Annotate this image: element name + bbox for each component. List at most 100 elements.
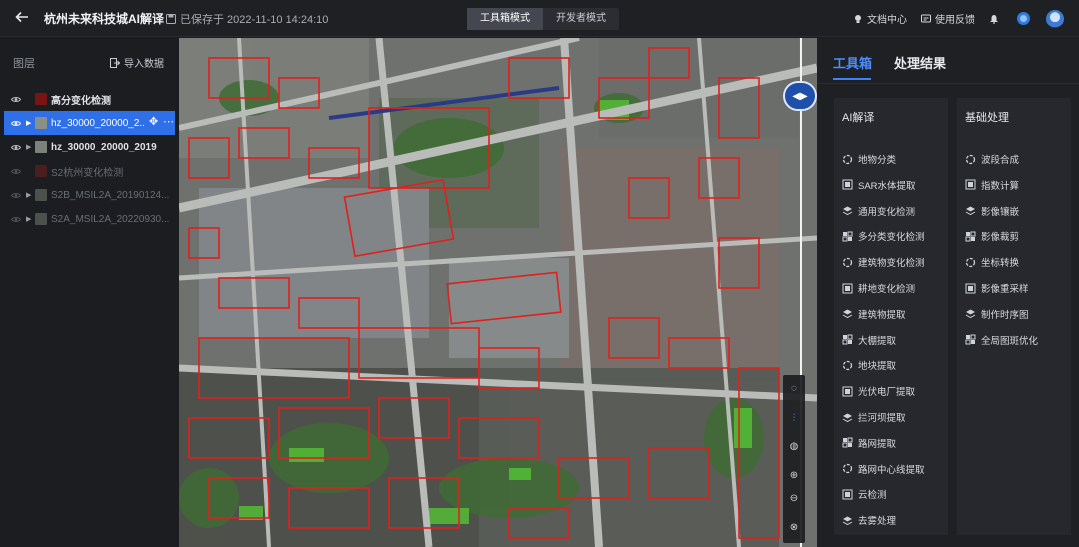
feedback-icon — [921, 14, 931, 22]
layer-thumbnail — [35, 93, 47, 105]
tool-label: 光伏电厂提取 — [858, 387, 916, 399]
import-data-button[interactable]: 导入数据 — [110, 55, 164, 70]
ai-tool-item[interactable]: 地物分类 — [842, 152, 896, 166]
layer-thumbnail — [35, 213, 47, 225]
top-bar: 杭州未来科技城AI解译 已保存于 2022-11-10 14:24:10 工具箱… — [0, 0, 1079, 37]
tab-toolbox[interactable]: 工具箱 — [833, 53, 872, 72]
layers-panel: 图层 导入数据 高分变化检测 ▶ hz_30000_20000_2... ✥ ⋯ — [0, 38, 179, 547]
ai-tool-item[interactable]: SAR水体提取 — [842, 178, 916, 192]
tool-label: 去雾处理 — [858, 516, 897, 528]
tool-icon — [842, 463, 853, 474]
layers-panel-header: 图层 导入数据 — [0, 38, 179, 84]
ai-tool-item[interactable]: 大棚提取 — [842, 333, 896, 347]
active-tab-indicator — [833, 78, 871, 80]
bell-icon[interactable] — [989, 14, 999, 24]
zoom-in-icon[interactable]: ⊕ — [788, 470, 800, 482]
map-view[interactable]: ◀▶ ◌ ⫶ ◍ ⊕ ⊖ ⊗ — [179, 38, 817, 547]
tab-results[interactable]: 处理结果 — [894, 53, 946, 72]
ai-section-title: AI解译 — [842, 112, 875, 124]
pointer-icon[interactable]: ◌ — [788, 383, 800, 395]
zoom-out-icon[interactable]: ⊖ — [788, 493, 800, 505]
tool-label: 指数计算 — [981, 180, 1020, 192]
tool-label: 路网提取 — [858, 438, 897, 450]
layers-title: 图层 — [13, 58, 35, 70]
tool-icon — [842, 386, 853, 397]
caret-right-icon[interactable]: ▶ — [26, 215, 32, 223]
caret-right-icon[interactable]: ▶ — [26, 143, 32, 151]
docs-label: 文档中心 — [867, 15, 907, 26]
toolbox-tabs: 工具箱 处理结果 — [817, 38, 1079, 84]
arrow-left-icon[interactable] — [14, 9, 32, 27]
avatar[interactable] — [1046, 9, 1064, 28]
basic-tool-item[interactable]: 影像重采样 — [965, 281, 1029, 295]
ai-tool-item[interactable]: 耕地变化检测 — [842, 281, 915, 295]
layer-name: hz_30000_20000_2019 — [51, 141, 157, 153]
more-icon[interactable]: ⋯ — [163, 117, 174, 128]
tool-icon — [842, 437, 853, 448]
lightbulb-icon — [855, 14, 861, 23]
layer-item[interactable]: ▶ S2B_MSIL2A_20190124... — [0, 183, 179, 207]
eye-icon[interactable] — [11, 216, 21, 223]
compass-icon[interactable]: ◍ — [788, 441, 800, 453]
basic-tool-item[interactable]: 影像镶嵌 — [965, 204, 1019, 218]
caret-right-icon[interactable]: ▶ — [26, 191, 32, 199]
basic-tool-item[interactable]: 影像裁剪 — [965, 229, 1019, 243]
feedback-link[interactable]: 使用反馈 — [921, 11, 975, 26]
eye-icon[interactable] — [11, 120, 21, 127]
tool-label: 路网中心线提取 — [858, 464, 925, 476]
ai-tool-item[interactable]: 地块提取 — [842, 358, 896, 372]
layer-item[interactable]: ▶ hz_30000_20000_2019 — [0, 135, 179, 159]
basic-tool-item[interactable]: 坐标转换 — [965, 255, 1019, 269]
eye-icon[interactable] — [11, 168, 21, 175]
map-toolbar: ◌ ⫶ ◍ ⊕ ⊖ ⊗ — [783, 375, 805, 543]
ai-tool-item[interactable]: 建筑物提取 — [842, 307, 906, 321]
import-icon — [110, 57, 120, 68]
layer-thumbnail — [35, 117, 47, 129]
tool-icon — [842, 515, 853, 526]
eye-icon[interactable] — [11, 96, 21, 103]
tool-label: 全局图斑优化 — [981, 335, 1039, 347]
ai-tool-item[interactable]: 通用变化检测 — [842, 204, 915, 218]
basic-tool-item[interactable]: 全局图斑优化 — [965, 333, 1038, 347]
basic-tool-item[interactable]: 波段合成 — [965, 152, 1019, 166]
header-actions: 文档中心 使用反馈 — [853, 0, 1079, 37]
swipe-handle-icon[interactable]: ◀▶ — [783, 81, 817, 111]
eye-icon[interactable] — [11, 144, 21, 151]
tool-label: 建筑物提取 — [858, 309, 906, 321]
layer-item-selected[interactable]: ▶ hz_30000_20000_2... ✥ ⋯ — [4, 111, 175, 135]
tool-icon — [965, 154, 976, 165]
eye-icon[interactable] — [11, 192, 21, 199]
caret-right-icon[interactable]: ▶ — [26, 119, 32, 127]
import-data-label: 导入数据 — [124, 59, 164, 70]
ai-section: AI解译 地物分类 SAR水体提取 通用变化检测 多分类变化检测 建筑物变化检测耕地变化… — [834, 98, 948, 535]
mode-switch: 工具箱模式 开发者模式 — [467, 8, 619, 30]
move-icon[interactable]: ✥ — [149, 117, 158, 128]
ai-tool-item[interactable]: 拦河坝提取 — [842, 410, 906, 424]
ai-tool-item[interactable]: 路网中心线提取 — [842, 462, 925, 476]
ai-tool-item[interactable]: 路网提取 — [842, 436, 896, 450]
tool-label: 影像镶嵌 — [981, 206, 1020, 218]
tool-label: 耕地变化检测 — [858, 284, 916, 295]
ai-tool-item[interactable]: 去雾处理 — [842, 513, 896, 527]
ai-tool-item[interactable]: 云检测 — [842, 487, 887, 501]
slider-icon[interactable]: ⫶ — [788, 413, 800, 425]
basic-tool-item[interactable]: 制作时序图 — [965, 307, 1029, 321]
basic-tool-item[interactable]: 指数计算 — [965, 178, 1019, 192]
developer-mode-tab[interactable]: 开发者模式 — [543, 8, 619, 30]
toolbox-mode-tab[interactable]: 工具箱模式 — [467, 8, 543, 30]
layer-item[interactable]: S2杭州变化检测 — [0, 159, 179, 183]
fullscreen-icon[interactable]: ⊗ — [788, 522, 800, 534]
ai-tool-item[interactable]: 多分类变化检测 — [842, 229, 925, 243]
ai-tool-item[interactable]: 建筑物变化检测 — [842, 255, 925, 269]
ai-tool-item[interactable]: 光伏电厂提取 — [842, 384, 915, 398]
save-icon — [166, 14, 176, 24]
tool-icon — [842, 283, 853, 294]
layer-item[interactable]: 高分变化检测 — [0, 87, 179, 111]
globe-icon[interactable] — [1017, 12, 1030, 25]
tool-icon — [842, 334, 853, 345]
layer-item[interactable]: ▶ S2A_MSIL2A_20220930... — [0, 207, 179, 231]
tool-icon — [965, 334, 976, 345]
tool-icon — [965, 283, 976, 294]
layer-name: 高分变化检测 — [51, 95, 111, 107]
docs-link[interactable]: 文档中心 — [853, 11, 907, 26]
